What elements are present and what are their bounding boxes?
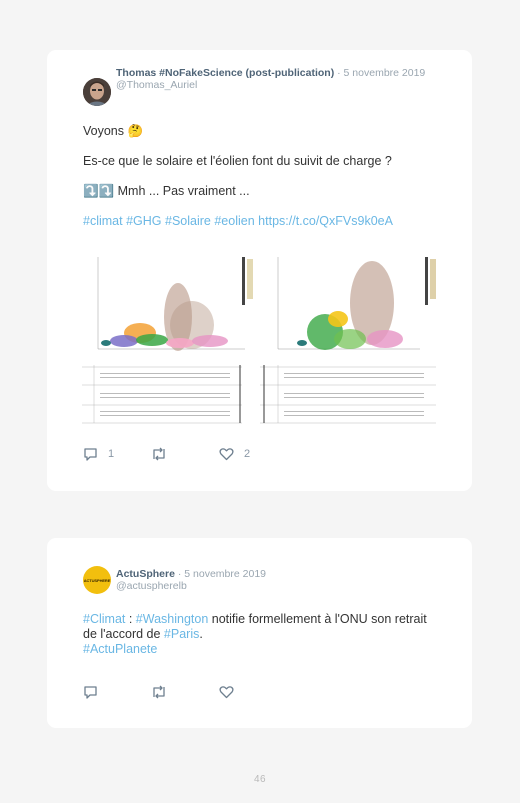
retweet-icon: [153, 685, 165, 699]
hashtag[interactable]: #ActuPlanete: [83, 642, 157, 656]
reply-button[interactable]: 1: [83, 447, 114, 461]
tweet-header: ActuSphere · 5 novembre 2019 @actusphere…: [116, 568, 442, 592]
avatar[interactable]: ACTUSPHERE: [83, 566, 111, 594]
text-fragment: .: [199, 627, 203, 641]
hashtag[interactable]: #Paris: [164, 627, 199, 641]
hashtag[interactable]: #Solaire: [165, 214, 211, 228]
tweet-text: #Climat : #Washington notifie formelleme…: [83, 612, 442, 657]
author-name[interactable]: Thomas #NoFakeScience (post-publication): [116, 67, 334, 79]
reply-icon: [84, 686, 97, 699]
author-handle[interactable]: @actuspherelb: [116, 580, 442, 592]
tweet-line: Voyons 🤔: [83, 124, 144, 138]
reply-button[interactable]: [83, 685, 98, 699]
hashtag[interactable]: #Washington: [136, 612, 209, 626]
tweet-media-image[interactable]: [80, 247, 440, 427]
arrow-emoji-icon: ⤵️⤵️: [83, 184, 115, 198]
author-handle[interactable]: @Thomas_Auriel: [116, 79, 442, 91]
avatar-logo-text: ACTUSPHERE: [83, 577, 111, 583]
tweet-header: Thomas #NoFakeScience (post-publication)…: [116, 67, 442, 91]
avatar[interactable]: [83, 78, 111, 106]
retweet-icon: [153, 447, 165, 461]
like-icon: [219, 448, 234, 461]
like-button[interactable]: [219, 685, 234, 699]
like-button[interactable]: 2: [219, 447, 250, 461]
retweet-button[interactable]: [151, 447, 167, 461]
like-icon: [219, 686, 234, 699]
avatar-photo: [83, 78, 111, 106]
text-fragment: :: [125, 612, 136, 626]
retweet-button[interactable]: [151, 685, 167, 699]
tweet-actions: [83, 685, 283, 699]
tweet-card: Thomas #NoFakeScience (post-publication)…: [47, 50, 472, 491]
tweet-line-text: Mmh ... Pas vraiment ...: [117, 184, 250, 198]
hashtag[interactable]: #eolien: [214, 214, 254, 228]
tweet-line: ⤵️⤵️ Mmh ... Pas vraiment ...: [83, 184, 442, 199]
tweet-actions: 1 2: [83, 447, 283, 461]
tweet-link[interactable]: https://t.co/QxFVs9k0eA: [258, 214, 393, 228]
tweet-date[interactable]: 5 novembre 2019: [184, 568, 266, 580]
tweet-line: Es-ce que le solaire et l'éolien font du…: [83, 154, 392, 168]
hashtag[interactable]: #Climat: [83, 612, 125, 626]
tweet-hashtags: #climat #GHG #Solaire #eolien https://t.…: [83, 214, 442, 229]
hashtag[interactable]: #GHG: [126, 214, 161, 228]
reply-icon: [84, 448, 97, 461]
tweet-card: ACTUSPHERE ActuSphere · 5 novembre 2019 …: [47, 538, 472, 728]
like-count: 2: [244, 448, 251, 460]
page-number: 46: [253, 774, 267, 785]
reply-count: 1: [108, 448, 115, 460]
hashtag[interactable]: #climat: [83, 214, 123, 228]
tweet-date[interactable]: 5 novembre 2019: [344, 67, 426, 79]
author-name[interactable]: ActuSphere: [116, 568, 175, 580]
